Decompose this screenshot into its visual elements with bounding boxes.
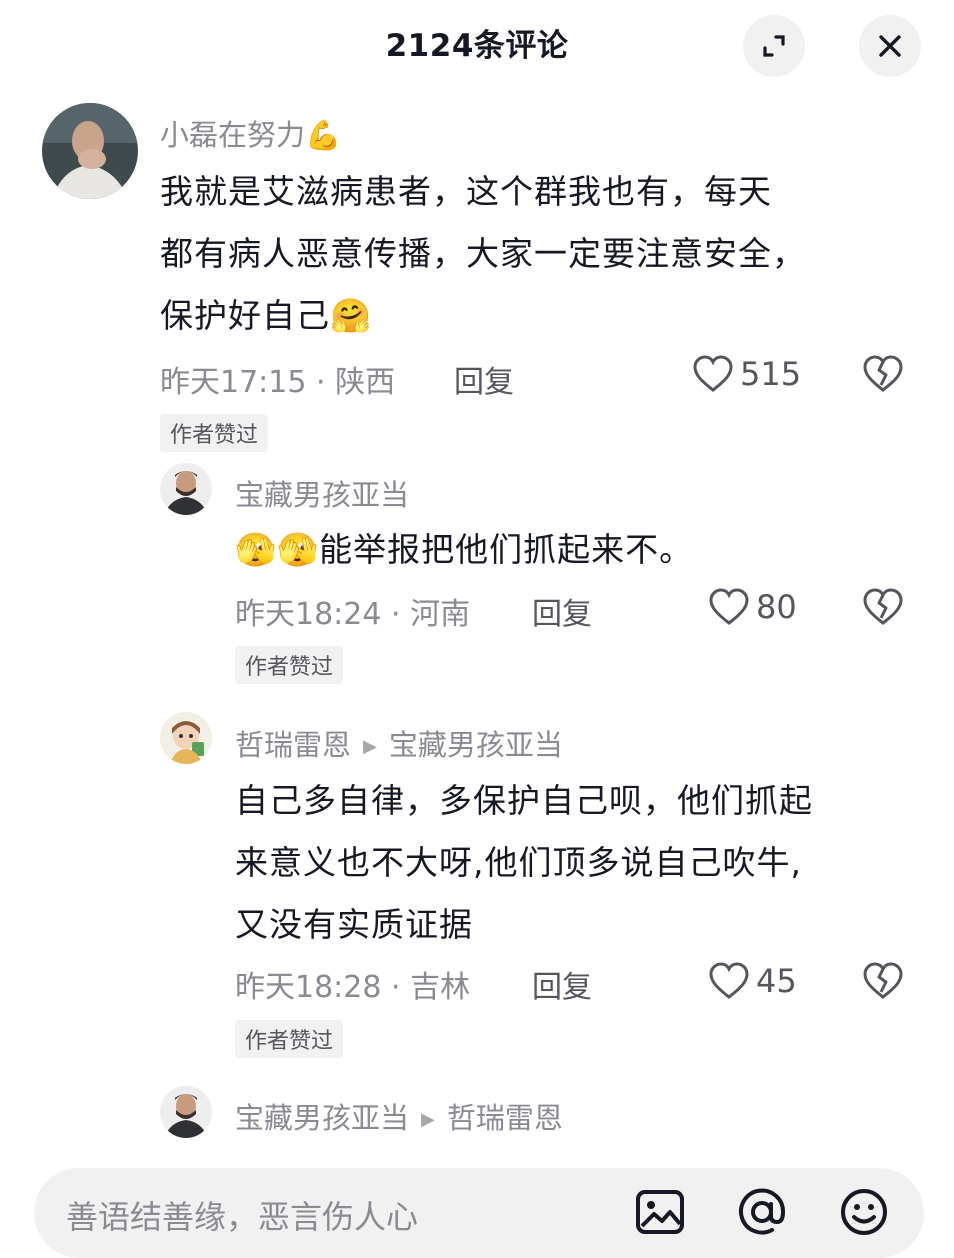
comment-time-location: 昨天18:28 · 吉林 bbox=[235, 970, 471, 1005]
reply-button[interactable]: 回复 bbox=[532, 589, 592, 633]
reply-arrow-icon: ▶ bbox=[421, 1109, 435, 1130]
comment-text: 我就是艾滋病患者，这个群我也有，每天 都有病人恶意传播，大家一定要注意安全， 保… bbox=[160, 161, 806, 347]
broken-heart-icon bbox=[863, 962, 903, 999]
mention-button[interactable] bbox=[736, 1186, 788, 1242]
dislike-button[interactable] bbox=[862, 962, 904, 1004]
comment-author[interactable]: 宝藏男孩亚当 ▶ 哲瑞雷恩 bbox=[235, 1095, 563, 1137]
comment-line: 又没有实质证据 bbox=[235, 905, 473, 944]
expand-button[interactable] bbox=[743, 15, 805, 77]
avatar[interactable] bbox=[42, 103, 138, 199]
like-button[interactable]: 45 bbox=[708, 962, 797, 1000]
comment-line: 我就是艾滋病患者，这个群我也有，每天 bbox=[160, 172, 772, 211]
avatar[interactable] bbox=[160, 1086, 212, 1138]
like-button[interactable]: 515 bbox=[692, 355, 801, 393]
comments-header: 2124条评论 bbox=[0, 0, 954, 86]
emoji-button[interactable] bbox=[838, 1186, 890, 1242]
at-icon bbox=[739, 1188, 786, 1235]
author-name: 宝藏男孩亚当 bbox=[235, 1101, 410, 1135]
emoji-icon bbox=[841, 1189, 887, 1235]
broken-heart-icon bbox=[863, 588, 903, 625]
reply-button[interactable]: 回复 bbox=[532, 962, 592, 1006]
avatar[interactable] bbox=[160, 463, 212, 515]
comment-time-location: 昨天17:15 · 陕西 bbox=[160, 365, 396, 400]
dislike-button[interactable] bbox=[862, 355, 904, 397]
avatar[interactable] bbox=[160, 712, 212, 764]
author-name: 小磊在努力 bbox=[160, 118, 306, 152]
comment-line: 来意义也不大呀,他们顶多说自己吹牛, bbox=[235, 843, 802, 882]
comment-author[interactable]: 哲瑞雷恩 ▶ 宝藏男孩亚当 bbox=[235, 722, 563, 764]
heart-outline-icon bbox=[709, 588, 749, 625]
flexed-biceps-emoji: 💪 bbox=[305, 118, 342, 152]
comment-line: 🫣🫣能举报把他们抓起来不。 bbox=[235, 530, 694, 569]
close-button[interactable] bbox=[859, 15, 921, 77]
comment-line: 保护好自己🤗 bbox=[160, 296, 373, 335]
comment-line: 自己多自律，多保护自己呗，他们抓起 bbox=[235, 781, 813, 820]
comment-input-placeholder: 善语结善缘，恶言伤人心 bbox=[66, 1198, 419, 1236]
dislike-button[interactable] bbox=[862, 588, 904, 630]
heart-outline-icon bbox=[709, 962, 749, 999]
author-liked-badge: 作者赞过 bbox=[160, 414, 269, 452]
author-liked-badge: 作者赞过 bbox=[235, 646, 344, 684]
like-count: 80 bbox=[756, 588, 797, 626]
like-button[interactable]: 80 bbox=[708, 588, 797, 626]
reply-to-name: 哲瑞雷恩 bbox=[446, 1101, 563, 1135]
comment-input-bar: 善语结善缘，恶言伤人心 bbox=[0, 1140, 954, 1258]
comment-input[interactable]: 善语结善缘，恶言伤人心 bbox=[34, 1168, 924, 1258]
author-name: 哲瑞雷恩 bbox=[235, 728, 352, 762]
reply-button[interactable]: 回复 bbox=[454, 357, 514, 401]
comment-text: 🫣🫣能举报把他们抓起来不。 bbox=[235, 519, 693, 581]
like-count: 45 bbox=[756, 962, 797, 1000]
expand-icon bbox=[763, 35, 785, 57]
comment-count-title: 2124条评论 bbox=[385, 28, 569, 64]
close-icon bbox=[879, 35, 901, 57]
broken-heart-icon bbox=[863, 355, 903, 392]
like-count: 515 bbox=[740, 355, 802, 393]
image-button[interactable] bbox=[634, 1186, 686, 1242]
comment-author[interactable]: 宝藏男孩亚当 bbox=[235, 472, 409, 514]
heart-outline-icon bbox=[693, 355, 733, 392]
comment-time-location: 昨天18:24 · 河南 bbox=[235, 597, 471, 632]
reply-to-name: 宝藏男孩亚当 bbox=[388, 728, 563, 762]
author-liked-badge: 作者赞过 bbox=[235, 1020, 344, 1058]
comment-author[interactable]: 小磊在努力💪 bbox=[160, 112, 341, 154]
reply-arrow-icon: ▶ bbox=[363, 736, 377, 757]
image-icon bbox=[636, 1190, 684, 1234]
comment-text: 自己多自律，多保护自己呗，他们抓起 来意义也不大呀,他们顶多说自己吹牛, 又没有… bbox=[235, 770, 813, 956]
comment-line: 都有病人恶意传播，大家一定要注意安全， bbox=[160, 234, 806, 273]
